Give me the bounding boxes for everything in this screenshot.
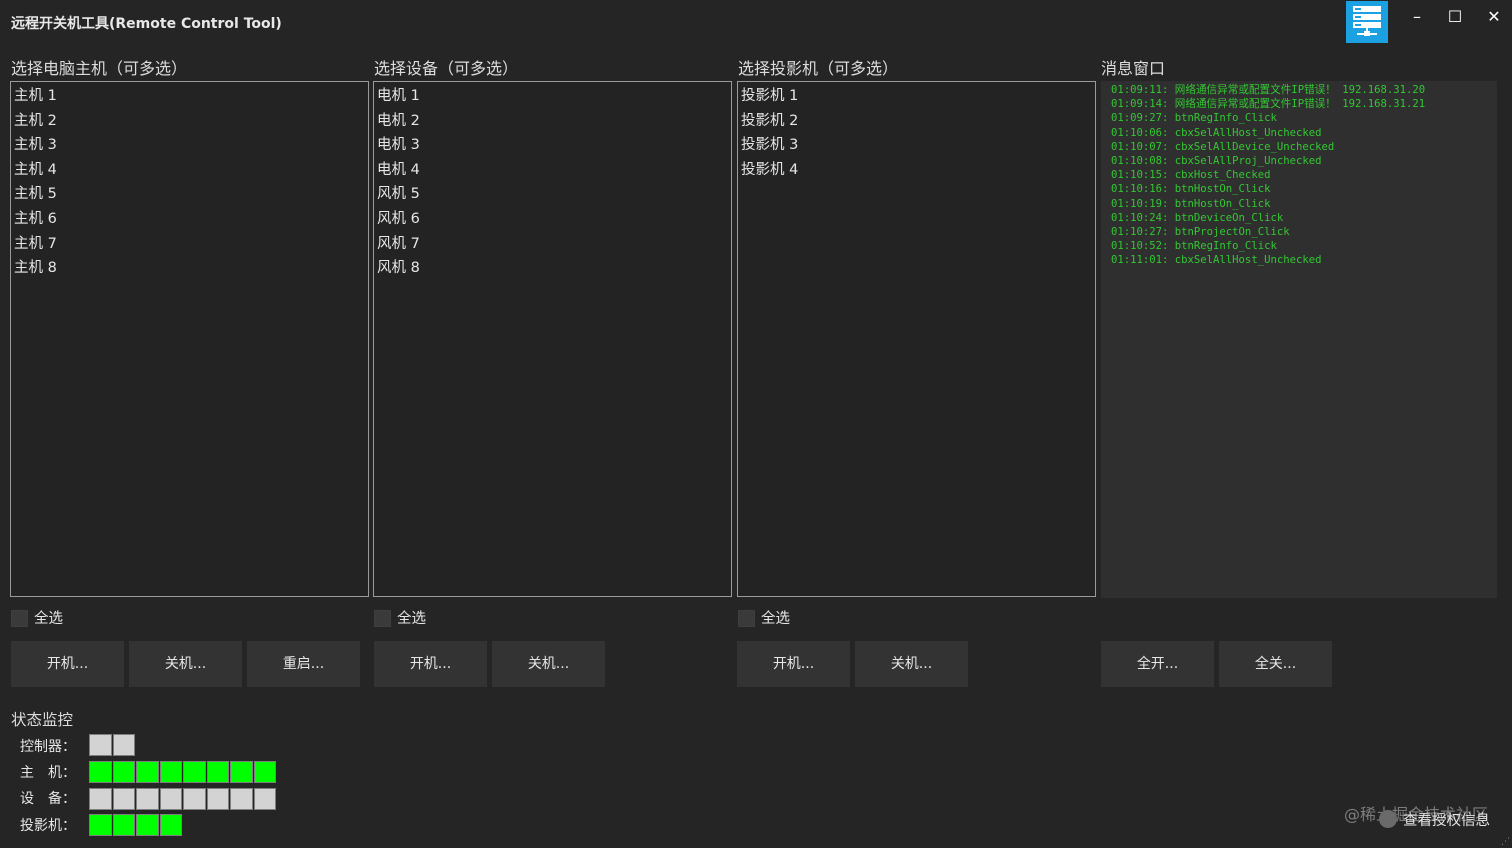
- status-cell-on: [136, 814, 159, 836]
- list-item-host-7[interactable]: 主机 7: [11, 232, 368, 257]
- hosts-section-label: 选择电脑主机（可多选）: [11, 59, 188, 78]
- status-cell-off: [136, 788, 159, 810]
- select-all-projectors-checkbox[interactable]: [738, 610, 755, 627]
- status-cell-on: [89, 814, 112, 836]
- list-item-device-8[interactable]: 风机 8: [374, 256, 731, 281]
- host-list[interactable]: 主机 1 主机 2 主机 3 主机 4 主机 5 主机 6 主机 7 主机 8: [10, 81, 369, 597]
- device-power-off-button[interactable]: 关机...: [492, 641, 605, 687]
- status-cell-on: [253, 761, 276, 783]
- host-restart-button[interactable]: 重启...: [247, 641, 360, 687]
- projector-power-off-button[interactable]: 关机...: [855, 641, 968, 687]
- messages-section-label: 消息窗口: [1101, 59, 1166, 78]
- log-line: 01:10:16: btnHostOn_Click: [1111, 183, 1271, 196]
- status-cell-off: [89, 788, 112, 810]
- log-line: 01:10:06: cbxSelAllHost_Unchecked: [1111, 126, 1322, 139]
- projector-list[interactable]: 投影机 1 投影机 2 投影机 3 投影机 4: [737, 81, 1096, 597]
- device-power-on-button[interactable]: 开机...: [374, 641, 487, 687]
- list-item-device-7[interactable]: 风机 7: [374, 232, 731, 257]
- list-item-device-6[interactable]: 风机 6: [374, 207, 731, 232]
- list-item-host-6[interactable]: 主机 6: [11, 207, 368, 232]
- all-off-button[interactable]: 全关...: [1219, 641, 1332, 687]
- list-item-device-1[interactable]: 电机 1: [374, 84, 731, 109]
- status-cell-on: [112, 761, 135, 783]
- list-item-projector-3[interactable]: 投影机 3: [738, 133, 1095, 158]
- select-all-projectors-label[interactable]: 全选: [761, 610, 790, 628]
- server-icon: [1346, 1, 1388, 43]
- controller-status-cells: [89, 734, 136, 756]
- log-line: 01:09:14: 网络通信异常或配置文件IP错误！ 192.168.31.21: [1111, 98, 1426, 111]
- license-info-link[interactable]: 查看授权信息: [1379, 809, 1490, 830]
- list-item-host-4[interactable]: 主机 4: [11, 158, 368, 183]
- host-status-label: 主 机：: [20, 765, 76, 781]
- log-line: 01:09:27: btnRegInfo_Click: [1111, 112, 1277, 125]
- list-item-projector-1[interactable]: 投影机 1: [738, 84, 1095, 109]
- log-line: 01:10:52: btnRegInfo_Click: [1111, 240, 1277, 253]
- license-icon: [1379, 810, 1397, 828]
- list-item-host-8[interactable]: 主机 8: [11, 256, 368, 281]
- message-log[interactable]: 01:09:11: 网络通信异常或配置文件IP错误！ 192.168.31.20…: [1101, 81, 1497, 598]
- list-item-host-1[interactable]: 主机 1: [11, 84, 368, 109]
- status-cell-off: [183, 788, 206, 810]
- all-on-button[interactable]: 全开...: [1101, 641, 1214, 687]
- window-title: 远程开关机工具(Remote Control Tool): [11, 16, 282, 32]
- status-cell-on: [159, 814, 182, 836]
- log-line: 01:10:24: btnDeviceOn_Click: [1111, 211, 1284, 224]
- status-cell-off: [253, 788, 276, 810]
- select-all-hosts-label[interactable]: 全选: [34, 610, 63, 628]
- status-cell-on: [136, 761, 159, 783]
- list-item-host-2[interactable]: 主机 2: [11, 109, 368, 134]
- status-cell-on: [206, 761, 229, 783]
- projector-status-label: 投影机：: [20, 818, 76, 834]
- log-line: 01:10:27: btnProjectOn_Click: [1111, 225, 1290, 238]
- resize-grip-icon[interactable]: ⋰: [1501, 838, 1510, 847]
- log-line: 01:10:19: btnHostOn_Click: [1111, 197, 1271, 210]
- device-status-cells: [89, 788, 277, 810]
- status-cell-off: [230, 788, 253, 810]
- status-monitor-title: 状态监控: [11, 711, 74, 729]
- projector-power-on-button[interactable]: 开机...: [737, 641, 850, 687]
- list-item-device-3[interactable]: 电机 3: [374, 133, 731, 158]
- status-cell-off: [206, 788, 229, 810]
- list-item-projector-2[interactable]: 投影机 2: [738, 109, 1095, 134]
- list-item-device-2[interactable]: 电机 2: [374, 109, 731, 134]
- host-power-on-button[interactable]: 开机...: [11, 641, 124, 687]
- log-line: 01:10:07: cbxSelAllDevice_Unchecked: [1111, 140, 1335, 153]
- list-item-host-3[interactable]: 主机 3: [11, 133, 368, 158]
- status-cell-on: [89, 761, 112, 783]
- host-status-cells: [89, 761, 277, 783]
- status-cell-on: [183, 761, 206, 783]
- list-item-device-5[interactable]: 风机 5: [374, 182, 731, 207]
- projectors-section-label: 选择投影机（可多选）: [738, 59, 899, 78]
- list-item-device-4[interactable]: 电机 4: [374, 158, 731, 183]
- list-item-projector-4[interactable]: 投影机 4: [738, 158, 1095, 183]
- projector-status-cells: [89, 814, 183, 836]
- devices-section-label: 选择设备（可多选）: [374, 59, 519, 78]
- license-info-label[interactable]: 查看授权信息: [1403, 813, 1490, 829]
- status-cell-on: [112, 814, 135, 836]
- maximize-button[interactable]: ☐: [1440, 6, 1470, 28]
- status-cell-off: [89, 734, 112, 756]
- status-cell-off: [112, 734, 135, 756]
- status-cell-on: [159, 761, 182, 783]
- status-cell-off: [159, 788, 182, 810]
- select-all-devices-checkbox[interactable]: [374, 610, 391, 627]
- host-power-off-button[interactable]: 关机...: [129, 641, 242, 687]
- log-line: 01:09:11: 网络通信异常或配置文件IP错误！ 192.168.31.20: [1111, 84, 1426, 96]
- log-line: 01:10:15: cbxHost_Checked: [1111, 169, 1271, 182]
- controller-status-label: 控制器：: [20, 739, 76, 755]
- device-status-label: 设 备：: [20, 791, 76, 807]
- device-list[interactable]: 电机 1 电机 2 电机 3 电机 4 风机 5 风机 6 风机 7 风机 8: [373, 81, 732, 597]
- log-line: 01:11:01: cbxSelAllHost_Unchecked: [1111, 254, 1322, 267]
- select-all-hosts-checkbox[interactable]: [11, 610, 28, 627]
- log-line: 01:10:08: cbxSelAllProj_Unchecked: [1111, 154, 1322, 167]
- list-item-host-5[interactable]: 主机 5: [11, 182, 368, 207]
- status-cell-off: [112, 788, 135, 810]
- status-cell-on: [230, 761, 253, 783]
- minimize-button[interactable]: –: [1402, 6, 1432, 28]
- close-button[interactable]: ✕: [1479, 6, 1509, 28]
- select-all-devices-label[interactable]: 全选: [397, 610, 426, 628]
